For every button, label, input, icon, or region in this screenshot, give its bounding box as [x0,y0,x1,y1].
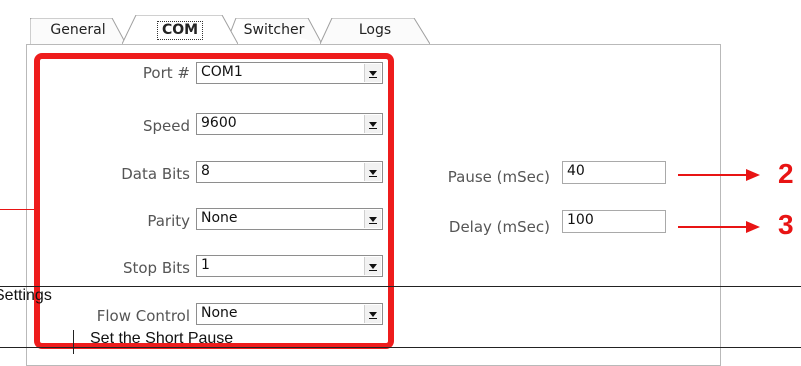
flow-control-value: None [201,305,238,321]
databits-label: Data Bits [121,165,190,183]
tab-logs-label: Logs [358,22,392,38]
annotation-settings-text: Settings [0,287,52,304]
pause-input[interactable]: 40 [562,161,666,184]
databits-value: 8 [201,163,210,179]
pause-label: Pause (mSec) [447,168,550,186]
stopbits-select[interactable]: 1 [196,255,383,277]
delay-input[interactable]: 100 [562,210,666,233]
annotation-short-pause-text: Set the Short Pause [90,330,234,347]
parity-value: None [201,210,238,226]
port-select[interactable]: COM1 [196,62,383,84]
stopbits-dropdown-icon[interactable] [364,257,381,275]
speed-value: 9600 [201,115,237,131]
port-value: COM1 [201,64,243,80]
flow-control-label: Flow Control [96,307,190,325]
parity-select[interactable]: None [196,208,383,230]
tab-com[interactable]: COM [122,15,238,44]
callout-arrowhead-3 [746,221,760,233]
annotation-table-divider [73,330,74,354]
databits-select[interactable]: 8 [196,161,383,183]
delay-label: Delay (mSec) [448,218,550,236]
speed-label: Speed [142,117,190,135]
flow-control-dropdown-icon[interactable] [364,305,381,323]
callout-arrowhead-2 [746,169,760,181]
tab-logs[interactable]: Logs [320,18,430,44]
callout-line-left [0,209,34,210]
tab-general-label: General [50,22,106,38]
parity-label: Parity [147,212,190,230]
annotation-table-rule-1 [0,286,801,287]
callout-arrows [678,169,760,233]
parity-dropdown-icon[interactable] [364,210,381,228]
speed-dropdown-icon[interactable] [364,115,381,133]
tab-switcher-label: Switcher [243,22,305,38]
pause-value: 40 [567,163,585,179]
delay-value: 100 [567,212,594,228]
port-dropdown-icon[interactable] [364,64,381,82]
stopbits-value: 1 [201,257,210,273]
databits-dropdown-icon[interactable] [364,163,381,181]
tab-switcher[interactable]: Switcher [226,18,322,44]
tab-com-label: COM [156,21,204,40]
port-label: Port # [142,64,190,82]
tab-strip: General Switcher Logs COM [20,15,430,44]
stopbits-label: Stop Bits [122,259,190,277]
speed-select[interactable]: 9600 [196,113,383,135]
callout-number-2: 2 [778,158,794,189]
tab-general[interactable]: General [30,18,126,44]
flow-control-select[interactable]: None [196,303,383,325]
callout-number-3: 3 [778,209,794,240]
